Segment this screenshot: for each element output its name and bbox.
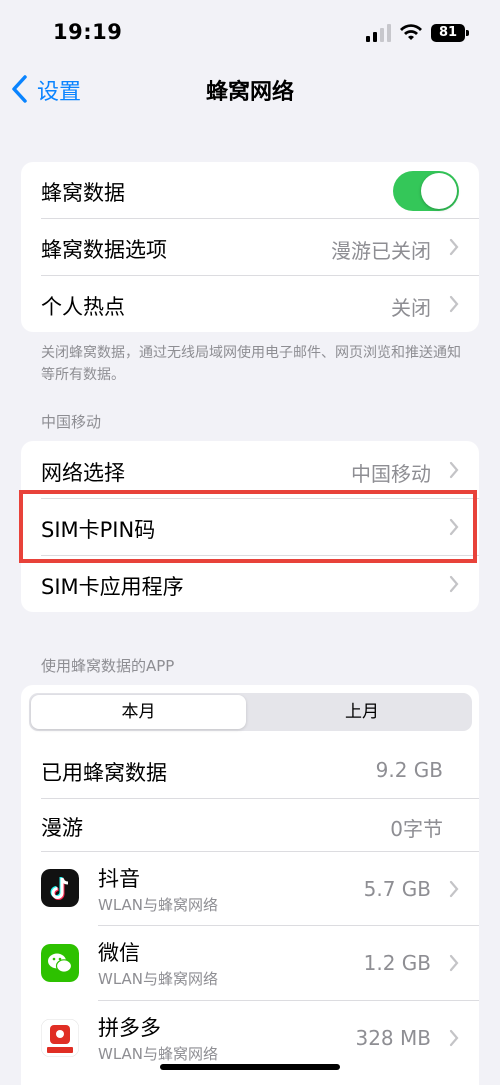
network-selection-value: 中国移动	[351, 462, 431, 486]
chevron-right-icon	[449, 880, 459, 898]
app-data-size: 5.7 GB	[363, 877, 431, 901]
carrier-section-header: 中国移动	[41, 413, 102, 431]
roaming-label: 漫游	[41, 816, 83, 840]
cellular-signal-icon	[366, 24, 391, 42]
highlight-frame	[19, 490, 477, 563]
app-subtitle: WLAN与蜂窝网络	[98, 1045, 219, 1063]
cellular-data-row: 蜂窝数据	[21, 162, 479, 218]
app-subtitle: WLAN与蜂窝网络	[98, 970, 219, 988]
app-subtitle: WLAN与蜂窝网络	[98, 896, 219, 914]
app-name: 微信	[98, 941, 140, 965]
used-data-row: 已用蜂窝数据 9.2 GB	[21, 743, 479, 799]
cellular-data-options-label: 蜂窝数据选项	[41, 238, 167, 262]
cellular-data-options-value: 漫游已关闭	[331, 239, 431, 263]
douyin-icon	[41, 869, 79, 907]
app-data-size: 1.2 GB	[363, 951, 431, 975]
chevron-right-icon	[449, 238, 459, 256]
wifi-icon	[400, 24, 422, 40]
sim-applications-label: SIM卡应用程序	[41, 575, 184, 599]
chevron-right-icon	[449, 1029, 459, 1047]
wechat-icon	[41, 944, 79, 982]
personal-hotspot-label: 个人热点	[41, 295, 125, 319]
app-name: 拼多多	[98, 1016, 161, 1040]
cellular-settings-group: 蜂窝数据 蜂窝数据选项 漫游已关闭 个人热点 关闭	[21, 162, 479, 332]
personal-hotspot-row[interactable]: 个人热点 关闭	[21, 276, 479, 332]
page-title: 蜂窝网络	[205, 80, 294, 105]
apps-section-header: 使用蜂窝数据的APP	[41, 657, 175, 675]
roaming-value: 0字节	[390, 817, 443, 841]
app-usage-group: 本月 上月 已用蜂窝数据 9.2 GB 漫游 0字节 抖音 WLAN与蜂窝网络 …	[21, 685, 479, 1085]
segment-last-month[interactable]: 上月	[254, 695, 470, 729]
period-segmented-control: 本月 上月	[29, 693, 472, 731]
toggle-knob	[421, 173, 457, 209]
battery-tip	[466, 30, 469, 36]
network-selection-label: 网络选择	[41, 461, 125, 485]
chevron-right-icon	[449, 461, 459, 479]
pinduoduo-icon	[41, 1019, 79, 1057]
personal-hotspot-value: 关闭	[391, 296, 431, 320]
app-data-size: 328 MB	[355, 1026, 431, 1050]
chevron-right-icon	[449, 575, 459, 593]
chevron-right-icon	[449, 954, 459, 972]
used-data-value: 9.2 GB	[375, 758, 443, 782]
cellular-data-options-row[interactable]: 蜂窝数据选项 漫游已关闭	[21, 219, 479, 275]
sim-applications-row[interactable]: SIM卡应用程序	[21, 556, 479, 612]
app-name: 抖音	[98, 867, 140, 891]
cellular-data-footnote: 关闭蜂窝数据，通过无线局域网使用电子邮件、网页浏览和推送通知等所有数据。	[41, 345, 461, 383]
used-data-label: 已用蜂窝数据	[41, 761, 167, 785]
segment-this-month[interactable]: 本月	[31, 695, 246, 729]
status-time: 19:19	[53, 20, 123, 44]
home-indicator	[160, 1064, 340, 1070]
app-row-douyin[interactable]: 抖音 WLAN与蜂窝网络 5.7 GB	[21, 852, 479, 925]
cellular-data-label: 蜂窝数据	[41, 181, 125, 205]
cellular-data-toggle[interactable]	[393, 171, 459, 211]
app-row-wechat[interactable]: 微信 WLAN与蜂窝网络 1.2 GB	[21, 926, 479, 1000]
battery-icon: 81	[431, 24, 465, 42]
roaming-row: 漫游 0字节	[21, 799, 479, 851]
chevron-right-icon	[449, 295, 459, 313]
